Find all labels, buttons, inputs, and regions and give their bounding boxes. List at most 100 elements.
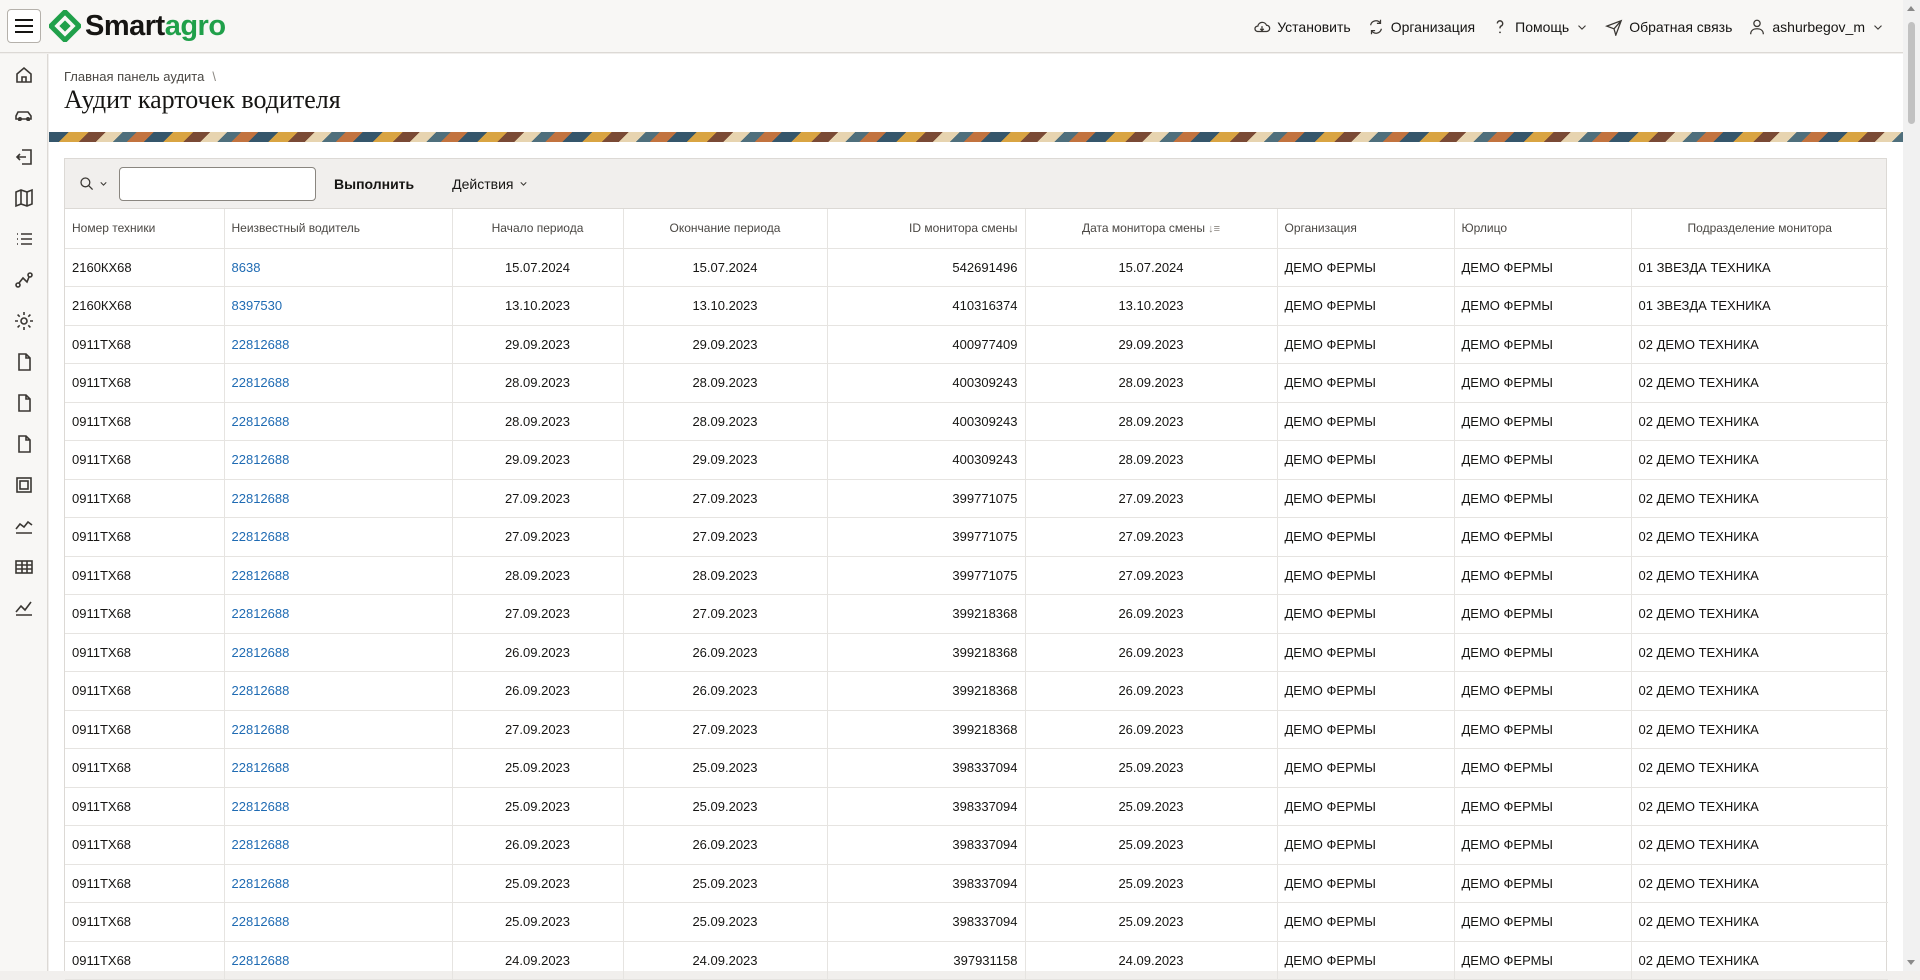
cell-unknown-driver-link[interactable]: 8397530 (224, 286, 453, 326)
user-menu-button[interactable]: ashurbegov_m (1748, 18, 1885, 36)
cell-period-end: 29.09.2023 (623, 325, 828, 364)
map-icon[interactable] (14, 188, 34, 208)
cell-unknown-driver-link[interactable]: 22812688 (224, 902, 453, 942)
cell-equipment-number: 0911ТХ68 (65, 787, 225, 826)
cell-shift-monitor-id: 398337094 (827, 787, 1026, 826)
column-header-equipment-number[interactable]: Номер техники (65, 209, 225, 249)
scroll-down-arrow[interactable] (1907, 960, 1915, 965)
area-chart-icon[interactable] (14, 516, 34, 536)
cell-unknown-driver-link[interactable]: 22812688 (224, 633, 453, 672)
car-icon[interactable] (14, 106, 34, 126)
line-chart-icon[interactable] (14, 598, 34, 618)
frame-icon[interactable] (14, 475, 34, 495)
feedback-button[interactable]: Обратная связь (1605, 18, 1732, 36)
audit-table: Номер техники Неизвестный водитель Начал… (65, 209, 1888, 980)
document-icon-2[interactable] (14, 393, 34, 413)
cell-shift-monitor-date: 24.09.2023 (1025, 941, 1278, 980)
cell-unknown-driver-link[interactable]: 22812688 (224, 363, 453, 403)
document-icon-3[interactable] (14, 434, 34, 454)
table-icon[interactable] (14, 557, 34, 577)
cell-organization: ДЕМО ФЕРМЫ (1277, 941, 1455, 980)
breadcrumb-separator: \ (212, 69, 216, 84)
breadcrumb-parent-link[interactable]: Главная панель аудита (64, 69, 204, 84)
cell-unknown-driver-link[interactable]: 22812688 (224, 787, 453, 826)
column-header-organization[interactable]: Организация (1277, 209, 1455, 249)
search-input[interactable] (119, 166, 316, 201)
actions-menu-button[interactable]: Действия (452, 176, 528, 192)
cell-unknown-driver-link[interactable]: 8638 (224, 248, 453, 287)
cell-unknown-driver-link[interactable]: 22812688 (224, 325, 453, 364)
cell-equipment-number: 0911ТХ68 (65, 363, 225, 403)
table-row: 0911ТХ68 22812688 27.09.2023 27.09.2023 3992… (65, 594, 1888, 634)
cell-shift-monitor-date: 28.09.2023 (1025, 363, 1278, 403)
cell-unknown-driver-link[interactable]: 22812688 (224, 748, 453, 788)
home-icon[interactable] (14, 65, 34, 85)
page-scrollbar[interactable] (1903, 0, 1920, 971)
cell-organization: ДЕМО ФЕРМЫ (1277, 440, 1455, 480)
run-button[interactable]: Выполнить (334, 176, 414, 192)
cell-shift-monitor-id: 397931158 (827, 941, 1026, 980)
cell-equipment-number: 0911ТХ68 (65, 633, 225, 672)
cell-period-end: 29.09.2023 (623, 440, 828, 480)
cell-period-end: 25.09.2023 (623, 902, 828, 942)
cell-unknown-driver-link[interactable]: 22812688 (224, 594, 453, 634)
cell-unknown-driver-link[interactable]: 22812688 (224, 402, 453, 441)
column-header-period-start[interactable]: Начало периода (452, 209, 624, 249)
cell-shift-monitor-date: 26.09.2023 (1025, 594, 1278, 634)
cell-monitor-division: 02 ДЕМО ТЕХНИКА (1631, 941, 1888, 980)
cell-period-start: 26.09.2023 (452, 825, 624, 865)
cell-unknown-driver-link[interactable]: 22812688 (224, 517, 453, 557)
cell-shift-monitor-id: 400309243 (827, 440, 1026, 480)
cell-unknown-driver-link[interactable]: 22812688 (224, 710, 453, 749)
cell-shift-monitor-id: 399218368 (827, 710, 1026, 749)
search-column-selector[interactable] (79, 176, 109, 192)
column-header-unknown-driver[interactable]: Неизвестный водитель (224, 209, 453, 249)
column-header-period-end[interactable]: Окончание периода (623, 209, 828, 249)
sign-in-icon[interactable] (14, 147, 34, 167)
main-content: Главная панель аудита \ Аудит карточек во… (49, 54, 1903, 980)
cell-legal-entity: ДЕМО ФЕРМЫ (1454, 941, 1632, 980)
menu-toggle-button[interactable] (7, 9, 41, 43)
table-row: 0911ТХ68 22812688 24.09.2023 24.09.2023 3979… (65, 941, 1888, 980)
cell-unknown-driver-link[interactable]: 22812688 (224, 825, 453, 865)
cell-equipment-number: 0911ТХ68 (65, 402, 225, 441)
cell-unknown-driver-link[interactable]: 22812688 (224, 864, 453, 903)
report-toolbar: Выполнить Действия (65, 159, 1886, 209)
cell-shift-monitor-id: 399218368 (827, 633, 1026, 672)
organization-button[interactable]: Организация (1367, 18, 1475, 36)
column-header-shift-monitor-date[interactable]: Дата монитора смены ↓≡ (1025, 209, 1278, 249)
document-icon[interactable] (14, 352, 34, 372)
route-icon[interactable] (14, 270, 34, 290)
cell-monitor-division: 02 ДЕМО ТЕХНИКА (1631, 787, 1888, 826)
cell-legal-entity: ДЕМО ФЕРМЫ (1454, 864, 1632, 903)
cell-legal-entity: ДЕМО ФЕРМЫ (1454, 787, 1632, 826)
cell-period-start: 27.09.2023 (452, 517, 624, 557)
cell-equipment-number: 0911ТХ68 (65, 671, 225, 711)
cell-legal-entity: ДЕМО ФЕРМЫ (1454, 710, 1632, 749)
cell-shift-monitor-date: 26.09.2023 (1025, 710, 1278, 749)
cell-monitor-division: 02 ДЕМО ТЕХНИКА (1631, 748, 1888, 788)
brand-logo[interactable]: Smartagro (49, 10, 226, 43)
scroll-up-arrow[interactable] (1907, 6, 1915, 11)
settings-icon[interactable] (14, 311, 34, 331)
column-header-monitor-division[interactable]: Подразделение монитора (1631, 209, 1888, 249)
table-row: 0911ТХ68 22812688 25.09.2023 25.09.2023 3983… (65, 748, 1888, 788)
help-menu-button[interactable]: Помощь (1491, 18, 1589, 36)
cell-unknown-driver-link[interactable]: 22812688 (224, 479, 453, 518)
cell-unknown-driver-link[interactable]: 22812688 (224, 556, 453, 595)
help-icon (1496, 19, 1504, 33)
cell-shift-monitor-id: 399218368 (827, 671, 1026, 711)
cell-unknown-driver-link[interactable]: 22812688 (224, 440, 453, 480)
list-icon[interactable] (14, 229, 34, 249)
cell-shift-monitor-id: 399218368 (827, 594, 1026, 634)
scrollbar-thumb[interactable] (1908, 22, 1915, 124)
cell-unknown-driver-link[interactable]: 22812688 (224, 671, 453, 711)
install-button[interactable]: Установить (1253, 18, 1351, 36)
column-header-legal-entity[interactable]: Юрлицо (1454, 209, 1632, 249)
column-header-shift-monitor-id[interactable]: ID монитора смены (827, 209, 1026, 249)
cell-unknown-driver-link[interactable]: 22812688 (224, 941, 453, 980)
cell-monitor-division: 02 ДЕМО ТЕХНИКА (1631, 710, 1888, 749)
side-navigation (0, 54, 48, 971)
cell-equipment-number: 0911ТХ68 (65, 325, 225, 364)
cell-organization: ДЕМО ФЕРМЫ (1277, 479, 1455, 518)
